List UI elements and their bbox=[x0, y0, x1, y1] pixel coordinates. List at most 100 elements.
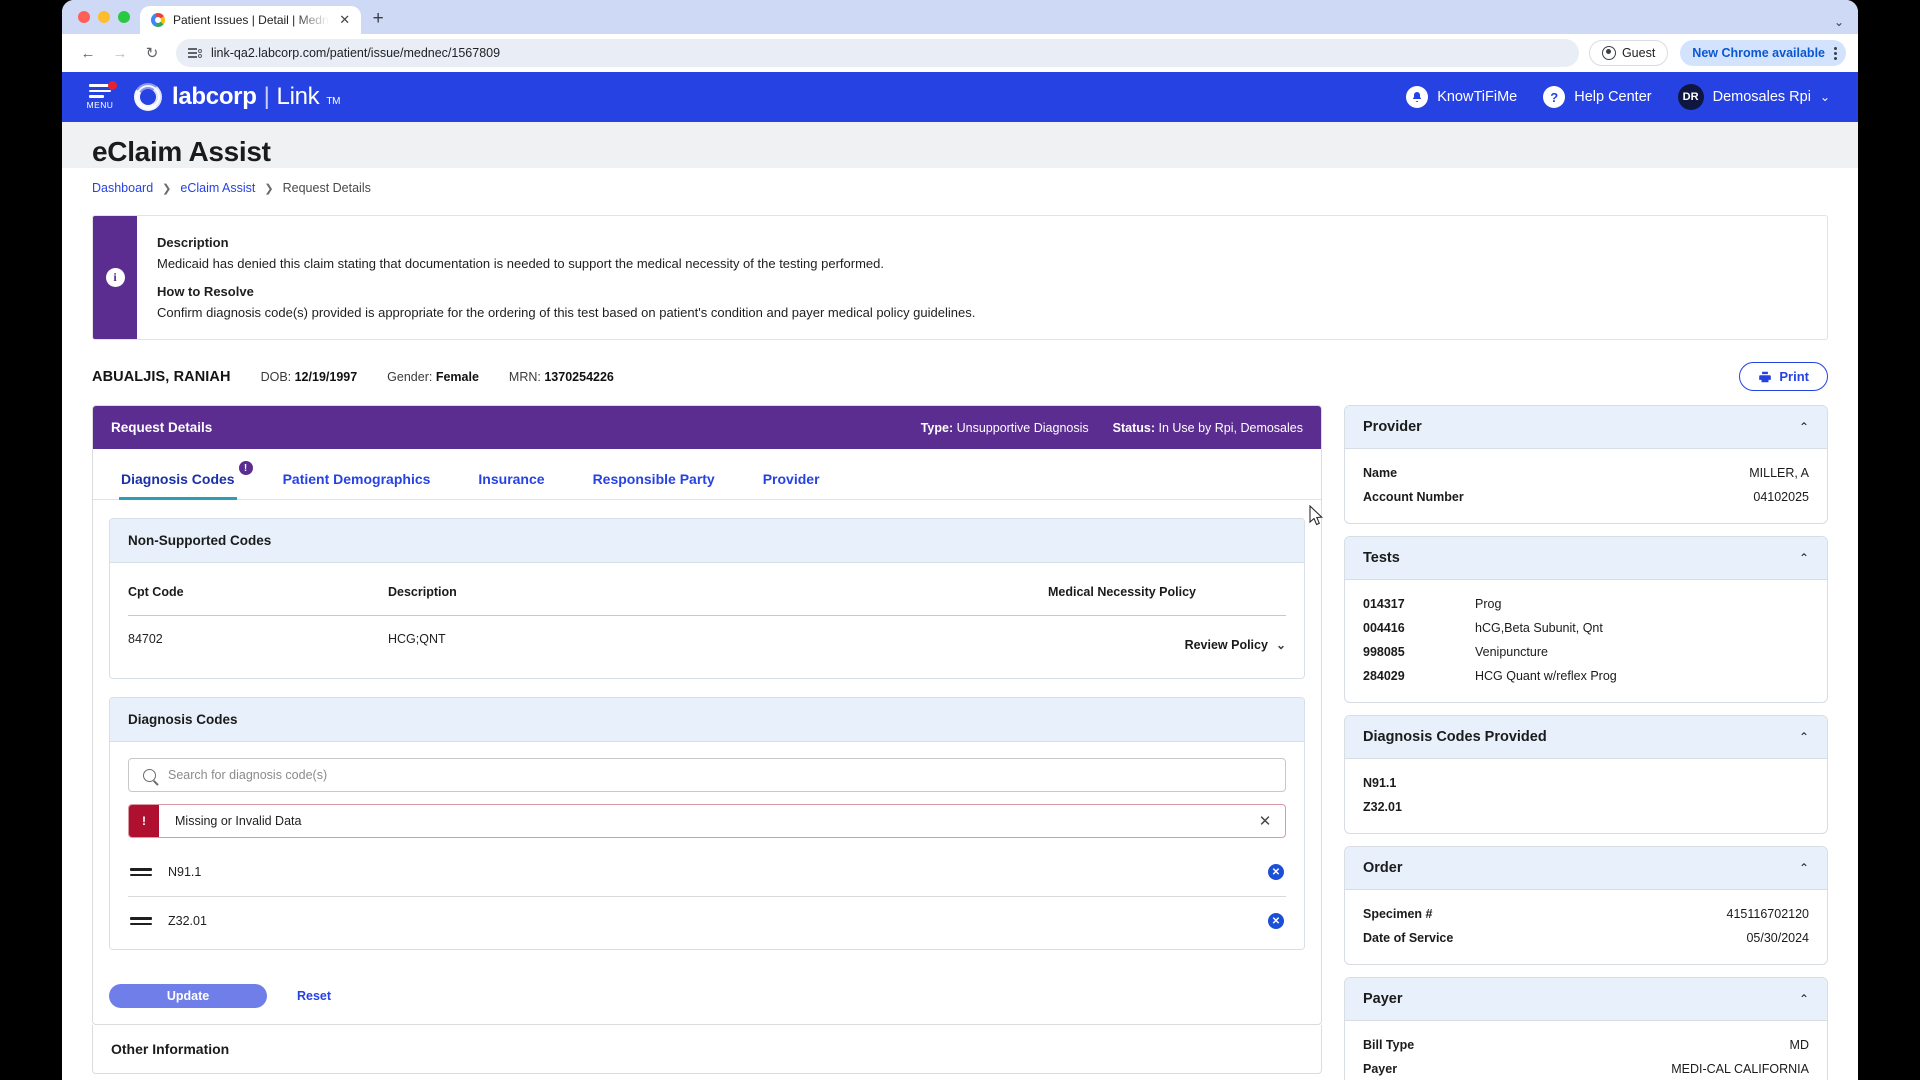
close-window-button[interactable] bbox=[78, 11, 90, 23]
table-row: 014317 Prog bbox=[1363, 592, 1809, 616]
remove-code-button[interactable]: ✕ bbox=[1268, 864, 1284, 881]
tab-responsible-party[interactable]: Responsible Party bbox=[591, 465, 717, 499]
test-code: 284029 bbox=[1363, 669, 1405, 684]
list-item: N91.1 bbox=[1363, 776, 1397, 791]
tab-label: Provider bbox=[762, 471, 820, 488]
breadcrumb-item-eclaim-assist[interactable]: eClaim Assist bbox=[180, 181, 255, 195]
kebab-menu-icon[interactable] bbox=[1834, 46, 1837, 60]
panel-body: N91.1 Z32.01 bbox=[1345, 759, 1827, 833]
notifications-label: KnowTiFiMe bbox=[1437, 89, 1518, 105]
table-row: Account Number 04102025 bbox=[1363, 485, 1809, 509]
mrn-label: MRN: bbox=[508, 369, 541, 384]
minimize-window-button[interactable] bbox=[98, 11, 110, 23]
chevron-up-icon[interactable]: ⌃ bbox=[1799, 861, 1809, 875]
guest-profile-button[interactable]: Guest bbox=[1588, 40, 1669, 66]
page-title: eClaim Assist bbox=[92, 136, 271, 167]
row-value: 05/30/2024 bbox=[1746, 931, 1809, 946]
chevron-up-icon[interactable]: ⌃ bbox=[1799, 730, 1809, 744]
table-row: Date of Service 05/30/2024 bbox=[1363, 926, 1809, 950]
column-header-cpt-code: Cpt Code bbox=[128, 563, 388, 617]
request-type: Type: Unsupportive Diagnosis bbox=[921, 421, 1089, 435]
brand-wordmark: labcorp | Link TM bbox=[172, 83, 340, 111]
drag-handle-icon[interactable] bbox=[130, 917, 152, 926]
back-button[interactable]: ← bbox=[74, 39, 102, 67]
chrome-update-button[interactable]: New Chrome available bbox=[1680, 40, 1846, 66]
diagnosis-code-search[interactable]: Search for diagnosis code(s) bbox=[128, 758, 1286, 793]
menu-button[interactable]: MENU bbox=[80, 81, 120, 110]
list-item[interactable]: Z32.01 ✕ bbox=[128, 897, 1286, 945]
update-button[interactable]: Update bbox=[109, 984, 267, 1009]
dob-label: DOB: bbox=[260, 369, 292, 384]
close-icon[interactable]: ✕ bbox=[1245, 805, 1285, 837]
drag-handle-icon[interactable] bbox=[130, 868, 152, 877]
main-column: Request Details Type: Unsupportive Diagn… bbox=[92, 405, 1322, 1075]
reset-button[interactable]: Reset bbox=[297, 989, 331, 1003]
sidebar-panel-tests: Tests ⌃ 014317 Prog 004416 hCG,Beta Subu… bbox=[1344, 536, 1828, 704]
sidebar-panel-provider: Provider ⌃ Name MILLER, A Account Number… bbox=[1344, 405, 1828, 525]
close-tab-button[interactable]: ✕ bbox=[337, 12, 353, 28]
menu-notification-badge bbox=[108, 81, 117, 91]
tab-provider[interactable]: Provider bbox=[761, 465, 822, 499]
tab-patient-demographics[interactable]: Patient Demographics bbox=[281, 465, 433, 499]
sidebar-panel-diagnosis-codes-provided: Diagnosis Codes Provided ⌃ N91.1 Z32.01 bbox=[1344, 715, 1828, 835]
validation-alert-text: Missing or Invalid Data bbox=[175, 814, 302, 829]
type-value: Unsupportive Diagnosis bbox=[956, 420, 1089, 435]
panel-header[interactable]: Order ⌃ bbox=[1345, 847, 1827, 891]
tab-alert-badge: ! bbox=[238, 461, 253, 476]
reload-button[interactable]: ↻ bbox=[138, 39, 166, 67]
new-tab-button[interactable]: + bbox=[361, 6, 396, 34]
sidebar-panel-payer: Payer ⌃ Bill Type MD Payer MEDI-CAL CALI… bbox=[1344, 977, 1828, 1080]
test-name: hCG,Beta Subunit, Qnt bbox=[1475, 621, 1603, 636]
print-button[interactable]: Print bbox=[1739, 362, 1828, 392]
non-supported-codes-card: Non-Supported Codes Cpt Code Description… bbox=[109, 518, 1305, 680]
remove-code-button[interactable]: ✕ bbox=[1268, 913, 1284, 930]
site-settings-icon[interactable] bbox=[188, 47, 202, 59]
chevron-up-icon[interactable]: ⌃ bbox=[1799, 420, 1809, 434]
tab-title: Patient Issues | Detail | Medn bbox=[173, 13, 329, 27]
panel-title: Payer bbox=[1363, 991, 1403, 1008]
brand-separator: | bbox=[263, 83, 270, 110]
review-policy-button[interactable]: Review Policy ⌄ bbox=[1185, 632, 1286, 652]
tab-insurance[interactable]: Insurance bbox=[476, 465, 546, 499]
table-row: Name MILLER, A bbox=[1363, 461, 1809, 485]
table-row: Payer MEDI-CAL CALIFORNIA bbox=[1363, 1057, 1809, 1080]
help-center-button[interactable]: ? Help Center bbox=[1543, 86, 1652, 108]
search-input[interactable]: Search for diagnosis code(s) bbox=[168, 768, 327, 782]
list-item[interactable]: N91.1 ✕ bbox=[128, 848, 1286, 898]
request-details-title: Request Details bbox=[111, 420, 213, 436]
breadcrumb: Dashboard ❯ eClaim Assist ❯ Request Deta… bbox=[62, 168, 1858, 207]
test-name: HCG Quant w/reflex Prog bbox=[1475, 669, 1617, 684]
sidebar-panel-order: Order ⌃ Specimen # 415116702120 Date of … bbox=[1344, 846, 1828, 966]
address-bar[interactable]: link-qa2.labcorp.com/patient/issue/medne… bbox=[176, 39, 1579, 67]
panel-header[interactable]: Provider ⌃ bbox=[1345, 406, 1827, 450]
panel-body: Name MILLER, A Account Number 04102025 bbox=[1345, 449, 1827, 523]
chevron-down-icon[interactable]: ⌄ bbox=[1834, 15, 1844, 29]
person-icon bbox=[1601, 46, 1616, 60]
notifications-button[interactable]: KnowTiFiMe bbox=[1406, 86, 1517, 108]
browser-tab[interactable]: Patient Issues | Detail | Medn ✕ bbox=[140, 6, 361, 34]
description-body: Description Medicaid has denied this cla… bbox=[137, 216, 993, 339]
panel-title: Tests bbox=[1363, 550, 1400, 567]
panel-header[interactable]: Diagnosis Codes Provided ⌃ bbox=[1345, 716, 1827, 760]
table-row: Bill Type MD bbox=[1363, 1033, 1809, 1057]
diagnosis-codes-body: Search for diagnosis code(s) ! Missing o… bbox=[110, 758, 1304, 950]
patient-summary: ABUALJIS, RANIAH DOB: 12/19/1997 Gender:… bbox=[62, 340, 1858, 401]
non-supported-codes-body: Cpt Code Description Medical Necessity P… bbox=[110, 563, 1304, 679]
diagnosis-code-list: N91.1 ✕ Z32.01 ✕ bbox=[128, 848, 1286, 945]
user-menu-button[interactable]: DR Demosales Rpi ⌄ bbox=[1677, 84, 1830, 110]
other-information-panel[interactable]: Other Information bbox=[92, 1025, 1322, 1075]
tab-label: Insurance bbox=[478, 471, 545, 488]
brand-logo-link[interactable]: labcorp | Link TM bbox=[134, 83, 340, 111]
form-actions: Update Reset bbox=[109, 968, 1305, 1009]
panel-header[interactable]: Payer ⌃ bbox=[1345, 978, 1827, 1022]
bell-icon bbox=[1406, 86, 1429, 108]
maximize-window-button[interactable] bbox=[118, 11, 130, 23]
breadcrumb-item-dashboard[interactable]: Dashboard bbox=[92, 181, 153, 195]
tab-diagnosis-codes[interactable]: Diagnosis Codes ! bbox=[119, 461, 253, 501]
panel-header[interactable]: Tests ⌃ bbox=[1345, 537, 1827, 581]
row-value: MILLER, A bbox=[1749, 466, 1809, 481]
forward-button[interactable]: → bbox=[106, 39, 134, 67]
gender-label: Gender: bbox=[387, 369, 433, 384]
chevron-up-icon[interactable]: ⌃ bbox=[1799, 992, 1809, 1006]
chevron-up-icon[interactable]: ⌃ bbox=[1799, 551, 1809, 565]
